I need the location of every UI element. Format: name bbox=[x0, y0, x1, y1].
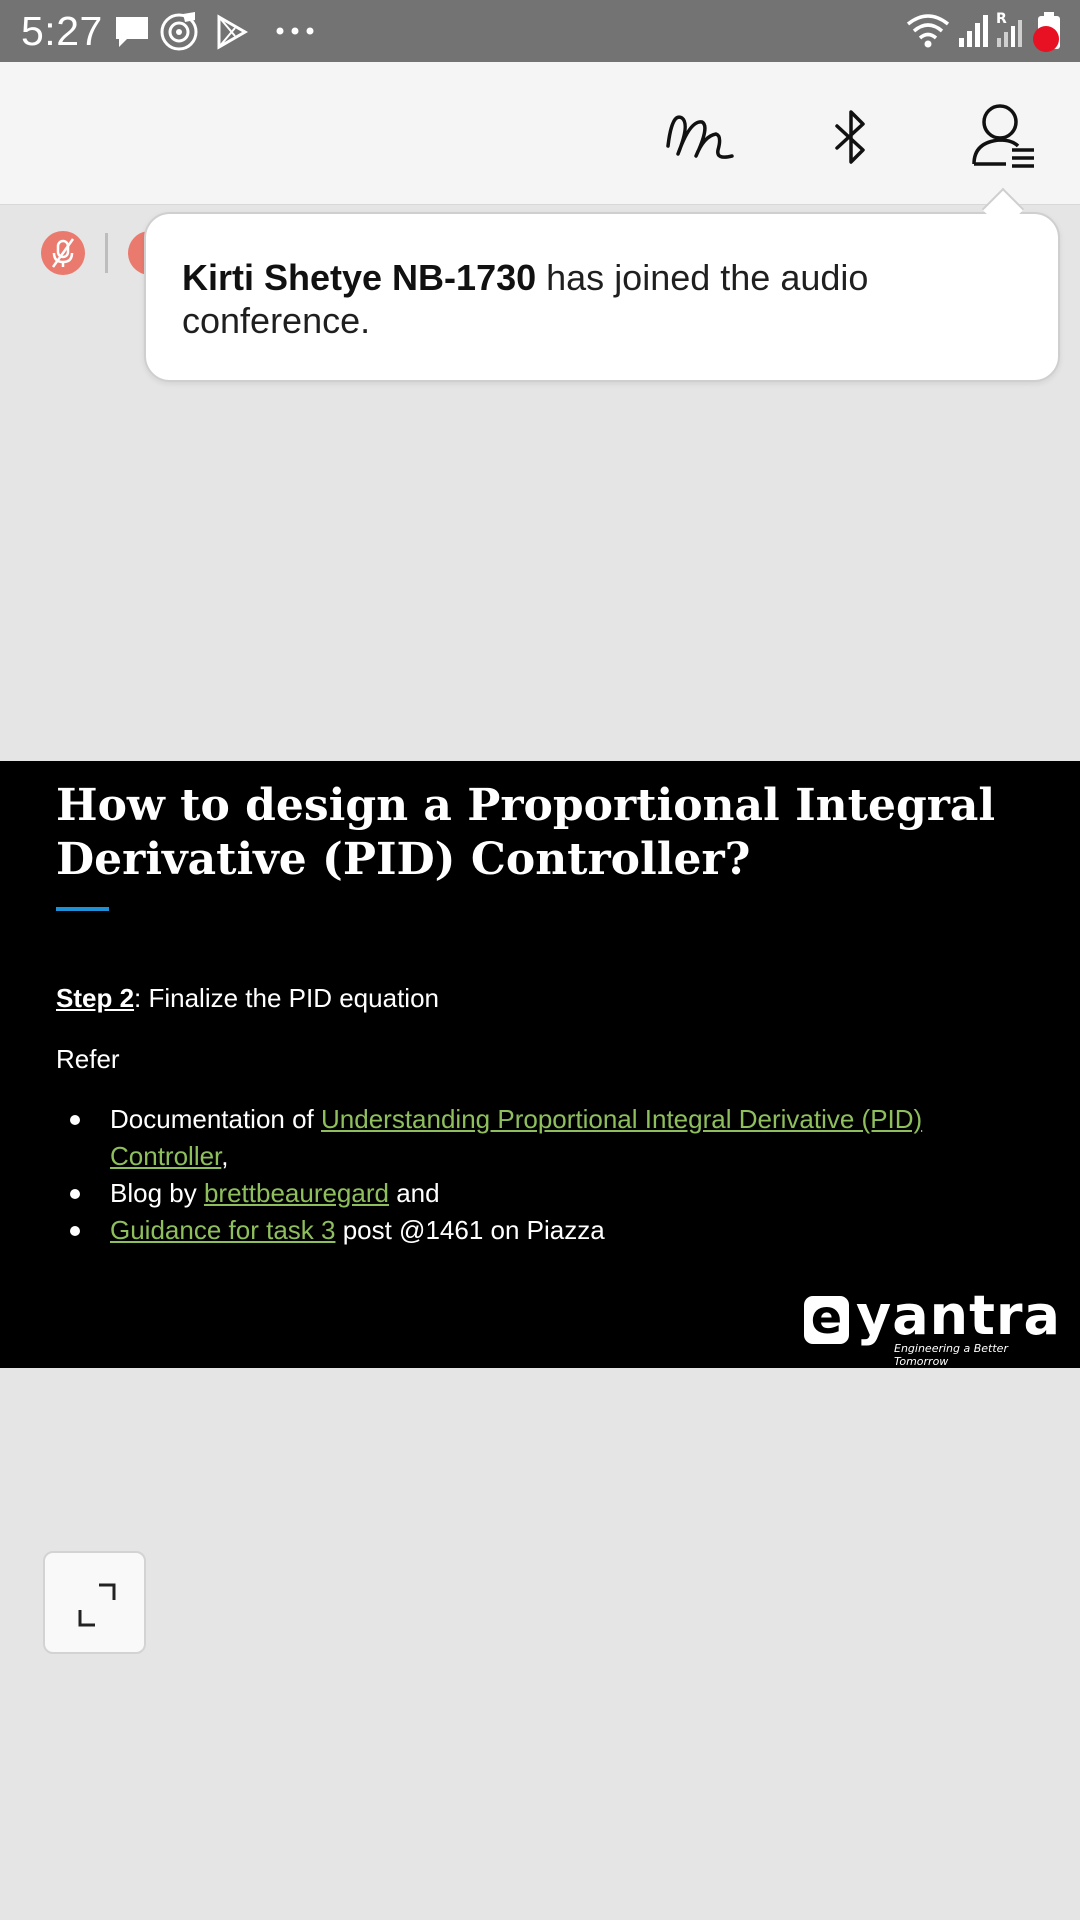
wifi-icon bbox=[905, 12, 951, 50]
title-underline bbox=[56, 907, 109, 911]
list-item: Blog by brettbeauregard and bbox=[68, 1175, 1008, 1212]
play-store-icon bbox=[215, 14, 249, 50]
logo-letter: e bbox=[804, 1294, 849, 1344]
signal-icon bbox=[958, 14, 990, 48]
bullet-suffix: post @1461 on Piazza bbox=[335, 1215, 605, 1245]
mute-badge[interactable] bbox=[41, 231, 85, 275]
more-icon bbox=[275, 26, 315, 36]
guidance-link[interactable]: Guidance for task 3 bbox=[110, 1215, 335, 1245]
mic-off-icon bbox=[41, 238, 85, 279]
ink-button[interactable] bbox=[660, 98, 740, 178]
participants-icon bbox=[964, 98, 1044, 178]
toolbar-divider bbox=[105, 233, 108, 273]
signal-roaming-icon: R bbox=[996, 10, 1028, 48]
step-text: : Finalize the PID equation bbox=[134, 983, 439, 1013]
join-toast: Kirti Shetye NB-1730 has joined the audi… bbox=[144, 212, 1060, 382]
shared-slide: How to design a Proportional Integral De… bbox=[0, 761, 1080, 1368]
eyantra-logo: e yantra Engineering a Better Tomorrow bbox=[804, 1284, 1060, 1368]
bullet-prefix: Blog by bbox=[110, 1178, 204, 1208]
music-icon bbox=[159, 10, 201, 52]
bluetooth-icon bbox=[811, 98, 891, 178]
list-item: Guidance for task 3 post @1461 on Piazza bbox=[68, 1212, 1008, 1249]
logo-name: yantra bbox=[856, 1284, 1061, 1347]
svg-text:R: R bbox=[996, 11, 1007, 27]
participants-button[interactable] bbox=[964, 98, 1044, 178]
app-header bbox=[0, 62, 1080, 205]
ink-icon bbox=[660, 98, 740, 178]
blog-link[interactable]: brettbeauregard bbox=[204, 1178, 389, 1208]
notification-dot bbox=[1033, 26, 1059, 52]
slide-title: How to design a Proportional Integral De… bbox=[56, 780, 996, 885]
bullet-suffix: , bbox=[221, 1141, 229, 1171]
toast-message: Kirti Shetye NB-1730 has joined the audi… bbox=[182, 256, 1022, 342]
slide-step: Step 2: Finalize the PID equation bbox=[56, 983, 439, 1014]
logo-tagline: Engineering a Better Tomorrow bbox=[894, 1342, 1008, 1368]
reference-list: Documentation of Understanding Proportio… bbox=[68, 1101, 1008, 1249]
slide-refer: Refer bbox=[56, 1044, 120, 1074]
bullet-prefix: Documentation of bbox=[110, 1104, 322, 1134]
step-label: Step 2 bbox=[56, 983, 135, 1013]
list-item: Documentation of Understanding Proportio… bbox=[68, 1101, 1008, 1175]
status-time: 5:27 bbox=[21, 8, 103, 54]
message-icon bbox=[113, 14, 151, 50]
bluetooth-button[interactable] bbox=[811, 98, 891, 178]
toast-name: Kirti Shetye NB-1730 bbox=[182, 257, 537, 298]
bullet-suffix: and bbox=[388, 1178, 440, 1208]
fullscreen-button[interactable] bbox=[43, 1551, 146, 1654]
status-bar: 5:27 R bbox=[0, 0, 1080, 62]
